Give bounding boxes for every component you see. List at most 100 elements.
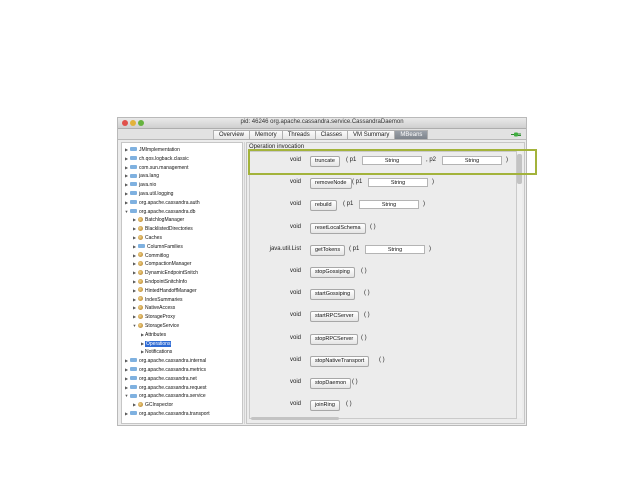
tree-node-columnfamilies[interactable]: ▶ ColumnFamilies (132, 243, 183, 251)
removenode-button[interactable]: removeNode (310, 178, 352, 190)
tab-classes[interactable]: Classes (314, 130, 348, 140)
parameter-input[interactable]: String (365, 244, 425, 254)
return-type-label: java.util.List (269, 245, 301, 252)
disclosure-collapsed-icon[interactable]: ▶ (132, 296, 137, 304)
closing-parenthesis: ( ) (379, 356, 385, 363)
title-bar: pid: 46246 org.apache.cassandra.service.… (118, 118, 526, 129)
tree-node-org-apache-cassandra-internal[interactable]: ▶ org.apache.cassandra.internal (124, 357, 206, 365)
tree-node-endpointsnitchinfo[interactable]: ▶ EndpointSnitchInfo (132, 278, 187, 286)
tree-node-attributes[interactable]: ▶Attributes (140, 331, 166, 339)
return-type-label: void (289, 201, 301, 208)
tree-node-org-apache-cassandra-net[interactable]: ▶ org.apache.cassandra.net (124, 375, 197, 383)
tree-node-dynamicendpointsnitch[interactable]: ▶ DynamicEndpointSnitch (132, 269, 198, 277)
tree-node-org-apache-cassandra-transport[interactable]: ▶ org.apache.cassandra.transport (124, 410, 210, 418)
disclosure-collapsed-icon[interactable]: ▶ (132, 269, 137, 277)
tree-node-hintedhandoffmanager[interactable]: ▶ HintedHandoffManager (132, 287, 197, 295)
tree-node-org-apache-cassandra-metrics[interactable]: ▶ org.apache.cassandra.metrics (124, 366, 206, 374)
tree-node-batchlogmanager[interactable]: ▶ BatchlogManager (132, 216, 184, 224)
tab-overview[interactable]: Overview (213, 130, 250, 140)
stopnativetransport-button[interactable]: stopNativeTransport (310, 355, 370, 367)
disclosure-expanded-icon[interactable]: ▼ (132, 322, 137, 330)
parameter-input[interactable]: String (368, 178, 428, 188)
split-pane-divider[interactable] (244, 142, 245, 424)
disclosure-collapsed-icon[interactable]: ▶ (124, 199, 129, 207)
rebuild-button[interactable]: rebuild (310, 200, 337, 212)
tab-memory[interactable]: Memory (249, 130, 282, 140)
operation-row-removenode: void removeNode( p1 String) (250, 177, 515, 190)
tab-mbeans[interactable]: MBeans (394, 130, 429, 140)
tree-node-java-nio[interactable]: ▶ java.nio (124, 181, 156, 189)
tree-node-label: org.apache.cassandra.auth (139, 199, 200, 206)
disclosure-collapsed-icon[interactable]: ▶ (132, 225, 137, 233)
resetlocalschema-button[interactable]: resetLocalSchema (310, 222, 366, 234)
disclosure-collapsed-icon[interactable]: ▶ (132, 278, 137, 286)
horizontal-scrollbar[interactable] (251, 417, 339, 420)
tree-node-org-apache-cassandra-service[interactable]: ▼ org.apache.cassandra.service (124, 392, 206, 400)
disclosure-collapsed-icon[interactable]: ▶ (132, 252, 137, 260)
disclosure-expanded-icon[interactable]: ▼ (124, 208, 129, 216)
tree-node-ch-qos-logback-classic[interactable]: ▶ ch.qos.logback.classic (124, 155, 189, 163)
vertical-scrollbar[interactable] (517, 152, 522, 418)
tree-node-blacklisteddirectories[interactable]: ▶ BlacklistedDirectories (132, 225, 193, 233)
tree-node-com-sun-management[interactable]: ▶ com.sun.management (124, 164, 189, 172)
stopdaemon-button[interactable]: stopDaemon (310, 378, 352, 389)
folder-icon (130, 375, 137, 380)
gettokens-button[interactable]: getTokens (310, 244, 346, 256)
disclosure-collapsed-icon[interactable]: ▶ (132, 401, 137, 409)
mbean-tree[interactable]: ▶ JMImplementation ▶ ch.qos.logback.classic… (121, 142, 243, 424)
disclosure-collapsed-icon[interactable]: ▶ (124, 164, 129, 172)
window-title: pid: 46246 org.apache.cassandra.service.… (240, 119, 404, 125)
tree-node-indexsummaries[interactable]: ▶ IndexSummaries (132, 296, 183, 304)
tree-node-commitlog[interactable]: ▶ Commitlog (132, 252, 169, 260)
tree-node-label: ColumnFamilies (147, 243, 183, 250)
bean-icon (138, 252, 143, 258)
tree-node-caches[interactable]: ▶ Caches (132, 234, 162, 242)
disclosure-collapsed-icon[interactable]: ▶ (132, 243, 137, 251)
stopgossiping-button[interactable]: stopGossiping (310, 267, 355, 278)
disclosure-collapsed-icon[interactable]: ▶ (132, 287, 137, 295)
tree-node-org-apache-cassandra-auth[interactable]: ▶ org.apache.cassandra.auth (124, 199, 200, 207)
tree-node-org-apache-cassandra-db[interactable]: ▼ org.apache.cassandra.db (124, 208, 196, 216)
tree-node-jmimplementation[interactable]: ▶ JMImplementation (124, 146, 180, 154)
tab-threads[interactable]: Threads (281, 130, 315, 140)
tree-node-compactionmanager[interactable]: ▶ CompactionManager (132, 260, 191, 268)
disclosure-collapsed-icon[interactable]: ▶ (124, 172, 129, 180)
bean-icon (138, 278, 143, 284)
disclosure-collapsed-icon[interactable]: ▶ (124, 190, 129, 198)
disclosure-collapsed-icon[interactable]: ▶ (132, 313, 137, 321)
tree-node-operations[interactable]: ▶ Operations (140, 340, 172, 348)
stoprpcserver-button[interactable]: stopRPCServer (310, 333, 359, 345)
tab-vm-summary[interactable]: VM Summary (347, 130, 395, 140)
disclosure-collapsed-icon[interactable]: ▶ (124, 375, 129, 383)
tree-node-gcinspector[interactable]: ▶ GCInspector (132, 401, 173, 409)
disclosure-collapsed-icon[interactable]: ▶ (124, 155, 129, 163)
folder-icon (130, 384, 137, 389)
tree-node-storageproxy[interactable]: ▶ StorageProxy (132, 313, 175, 321)
startrpcserver-button[interactable]: startRPCServer (310, 311, 359, 323)
disclosure-collapsed-icon[interactable]: ▶ (124, 410, 129, 418)
folder-icon (138, 243, 145, 248)
tree-node-org-apache-cassandra-request[interactable]: ▶ org.apache.cassandra.request (124, 384, 207, 392)
tree-node-notifications[interactable]: ▶Notifications (140, 348, 172, 356)
disclosure-collapsed-icon[interactable]: ▶ (124, 384, 129, 392)
closing-parenthesis: ( ) (352, 379, 358, 385)
tree-node-storageservice[interactable]: ▼ StorageService (132, 322, 179, 330)
joinring-button[interactable]: joinRing (310, 400, 340, 412)
disclosure-collapsed-icon[interactable]: ▶ (124, 357, 129, 365)
disclosure-expanded-icon[interactable]: ▼ (124, 392, 129, 400)
tree-node-label: java.lang (139, 173, 160, 180)
disclosure-collapsed-icon[interactable]: ▶ (132, 260, 137, 268)
disclosure-collapsed-icon[interactable]: ▶ (124, 146, 129, 154)
disclosure-collapsed-icon[interactable]: ▶ (132, 234, 137, 242)
tree-node-label: Caches (145, 235, 162, 241)
tree-node-java-lang[interactable]: ▶ java.lang (124, 172, 159, 180)
startgossiping-button[interactable]: startGossiping (310, 289, 356, 301)
disclosure-collapsed-icon[interactable]: ▶ (124, 366, 129, 374)
tree-node-java-util-logging[interactable]: ▶ java.util.logging (124, 190, 174, 198)
disclosure-collapsed-icon[interactable]: ▶ (132, 216, 137, 224)
parameter-input[interactable]: String (359, 200, 419, 210)
disclosure-collapsed-icon[interactable]: ▶ (132, 304, 137, 312)
parameter-label: ( p1 (352, 179, 363, 186)
disclosure-collapsed-icon[interactable]: ▶ (124, 181, 129, 189)
tree-node-nativeaccess[interactable]: ▶ NativeAccess (132, 304, 175, 312)
